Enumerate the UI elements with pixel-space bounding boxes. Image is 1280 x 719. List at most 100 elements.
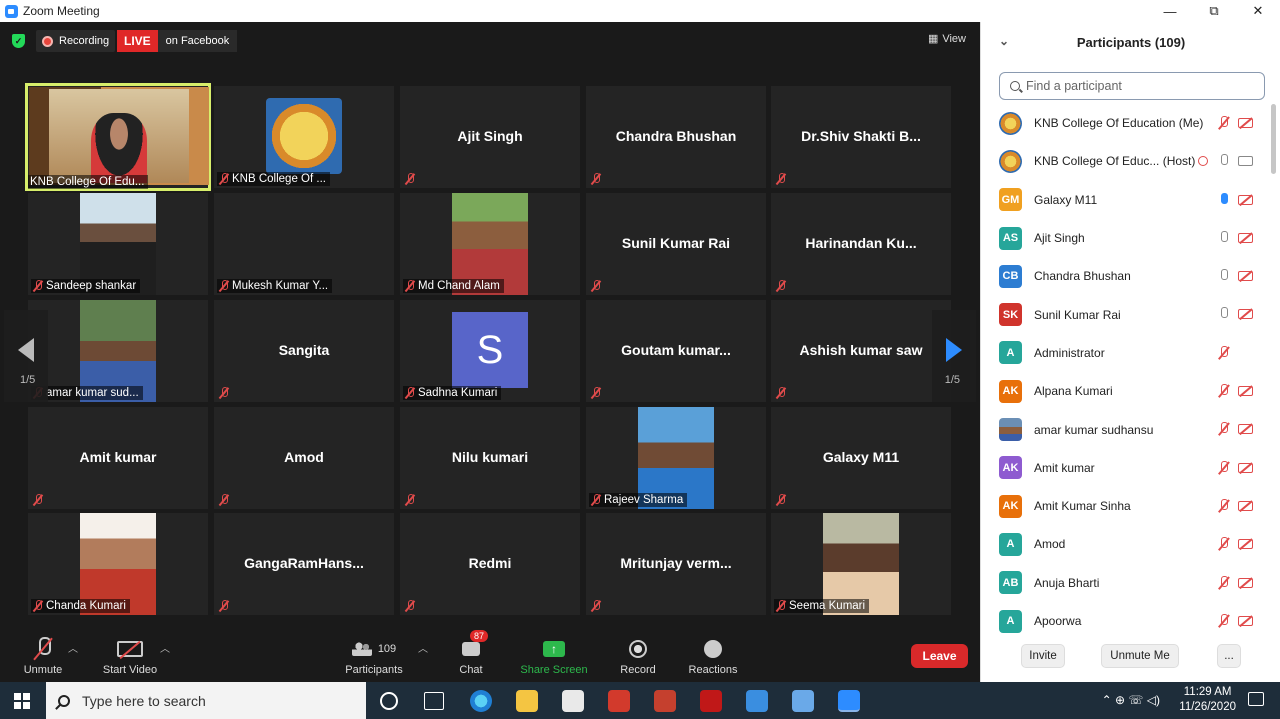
view-button[interactable]: ▦ View [928,32,966,46]
participant-tile[interactable]: Nilu kumari [400,407,580,509]
mic-muted-icon[interactable] [1218,575,1228,590]
video-off-icon[interactable] [1238,309,1253,320]
participant-row[interactable]: KNB College Of Education (Me) [981,104,1280,142]
mic-muted-icon[interactable] [1218,116,1228,130]
video-off-icon[interactable] [1238,271,1253,282]
participants-scrollbar[interactable] [1271,104,1276,174]
system-tray-icons[interactable]: ⌃ ⊕ ☏ ◁) [1102,693,1160,707]
participant-tile[interactable]: Amit kumar [28,407,208,509]
participant-tile[interactable]: GangaRamHans... [214,513,394,615]
invite-button[interactable]: Invite [1021,644,1065,668]
mic-muted-icon[interactable] [1218,460,1228,475]
video-options-caret-icon[interactable]: ︿ [160,640,170,655]
gallery-prev-arrow-icon[interactable] [18,338,34,362]
mic-muted-icon[interactable] [1218,498,1228,513]
participant-row[interactable]: AS Ajit Singh [981,219,1280,257]
participant-tile[interactable]: Goutam kumar... [586,300,766,402]
video-off-icon[interactable] [1238,386,1253,397]
participant-tile[interactable]: Ajit Singh [400,86,580,188]
recording-indicator[interactable]: Recording [36,30,116,52]
share-screen-button[interactable]: ↑ Share Screen [520,636,588,676]
participant-tile[interactable]: Dr.Shiv Shakti B... [771,86,951,188]
raised-hand-icon[interactable] [1218,192,1228,207]
participant-tile[interactable]: Mukesh Kumar Y... [214,193,394,295]
taskbar-search[interactable]: Type here to search [46,682,366,719]
participants-button[interactable]: 109 Participants [342,636,406,676]
unmute-button[interactable]: Unmute [22,636,64,676]
video-icon[interactable] [1238,156,1253,167]
mic-icon[interactable] [1218,307,1228,321]
video-off-icon[interactable] [1238,462,1253,473]
participant-row[interactable]: AK Amit Kumar Sinha [981,487,1280,525]
video-off-icon[interactable] [1238,232,1253,243]
encryption-shield-icon[interactable]: ✓ [12,34,25,48]
leave-button[interactable]: Leave [911,644,968,668]
taskbar-clock[interactable]: 11:29 AM 11/26/2020 [1179,685,1236,715]
mic-icon[interactable] [1218,269,1228,283]
participant-search[interactable] [999,72,1265,100]
participant-tile[interactable]: Galaxy M11 [771,407,951,509]
pdf-app-icon[interactable] [654,690,676,712]
cortana-icon[interactable] [380,692,398,710]
video-off-icon[interactable] [1238,577,1253,588]
participant-row[interactable]: KNB College Of Educ... (Host) [981,142,1280,180]
store-icon[interactable] [562,690,584,712]
participant-row[interactable]: A Amod [981,525,1280,563]
mic-muted-icon[interactable] [1218,613,1228,628]
reactions-button[interactable]: Reactions [686,636,740,676]
participant-tile[interactable]: Md Chand Alam [400,193,580,295]
participant-row[interactable]: SK Sunil Kumar Rai [981,295,1280,333]
mail-icon[interactable] [746,690,768,712]
file-explorer-icon[interactable] [516,690,538,712]
participant-tile[interactable]: Ashish kumar saw [771,300,951,402]
antivirus-icon[interactable] [700,690,722,712]
participant-tile[interactable]: Sangita [214,300,394,402]
mic-muted-icon[interactable] [1218,384,1228,398]
video-off-icon[interactable] [1238,539,1253,550]
participant-tile[interactable]: Rajeev Sharma [586,407,766,509]
start-video-button[interactable]: Start Video [100,636,160,676]
participant-tile[interactable]: Sandeep shankar [28,193,208,295]
participant-tile[interactable]: Harinandan Ku... [771,193,951,295]
minimize-button[interactable]: — [1148,0,1192,22]
mic-icon[interactable] [1218,230,1228,245]
unmute-me-button[interactable]: Unmute Me [1101,644,1179,668]
video-off-icon[interactable] [1238,194,1253,205]
video-off-icon[interactable] [1238,500,1253,511]
participant-row[interactable]: GM Galaxy M11 [981,181,1280,219]
collapse-chevron-icon[interactable]: ⌄ [999,34,1009,48]
participant-tile[interactable]: Redmi [400,513,580,615]
participant-tile[interactable]: KNB College Of ... [214,86,394,188]
close-button[interactable]: ✕ [1236,0,1280,22]
audio-options-caret-icon[interactable]: ︿ [68,640,78,655]
participant-tile[interactable]: Chandra Bhushan [586,86,766,188]
mic-muted-icon[interactable] [1218,537,1228,551]
participant-tile[interactable]: Mritunjay verm... [586,513,766,615]
mic-muted-icon[interactable] [1218,422,1228,436]
edge-browser-icon[interactable] [470,690,492,712]
reader-app-icon[interactable] [608,690,630,712]
windows-start-icon[interactable] [14,693,30,709]
participant-row[interactable]: amar kumar sudhansu [981,410,1280,448]
participant-row[interactable]: AB Anuja Bharti [981,564,1280,602]
remote-desktop-icon[interactable] [792,690,814,712]
participant-tile[interactable]: Seema Kumari [771,513,951,615]
participant-tile[interactable]: amar kumar sud... [28,300,208,402]
mic-icon[interactable] [1218,154,1228,168]
gallery-next-arrow-icon[interactable] [946,338,962,362]
restore-button[interactable]: ⧉ [1192,0,1236,22]
video-off-icon[interactable] [1238,118,1253,128]
participant-tile[interactable]: Amod [214,407,394,509]
participant-tile[interactable]: Sunil Kumar Rai [586,193,766,295]
participant-tile[interactable]: Chanda Kumari [28,513,208,615]
participants-options-caret-icon[interactable]: ︿ [418,640,428,655]
zoom-taskbar-icon[interactable] [838,690,860,712]
video-off-icon[interactable] [1238,424,1253,435]
participant-row[interactable]: A Apoorwa [981,602,1280,634]
participant-tile[interactable]: KNB College Of Edu... [25,83,211,191]
chat-button[interactable]: 87 Chat [456,630,489,676]
notifications-icon[interactable] [1248,692,1264,706]
task-view-icon[interactable] [424,692,444,710]
participant-search-input[interactable] [1026,79,1246,93]
video-off-icon[interactable] [1238,615,1253,626]
